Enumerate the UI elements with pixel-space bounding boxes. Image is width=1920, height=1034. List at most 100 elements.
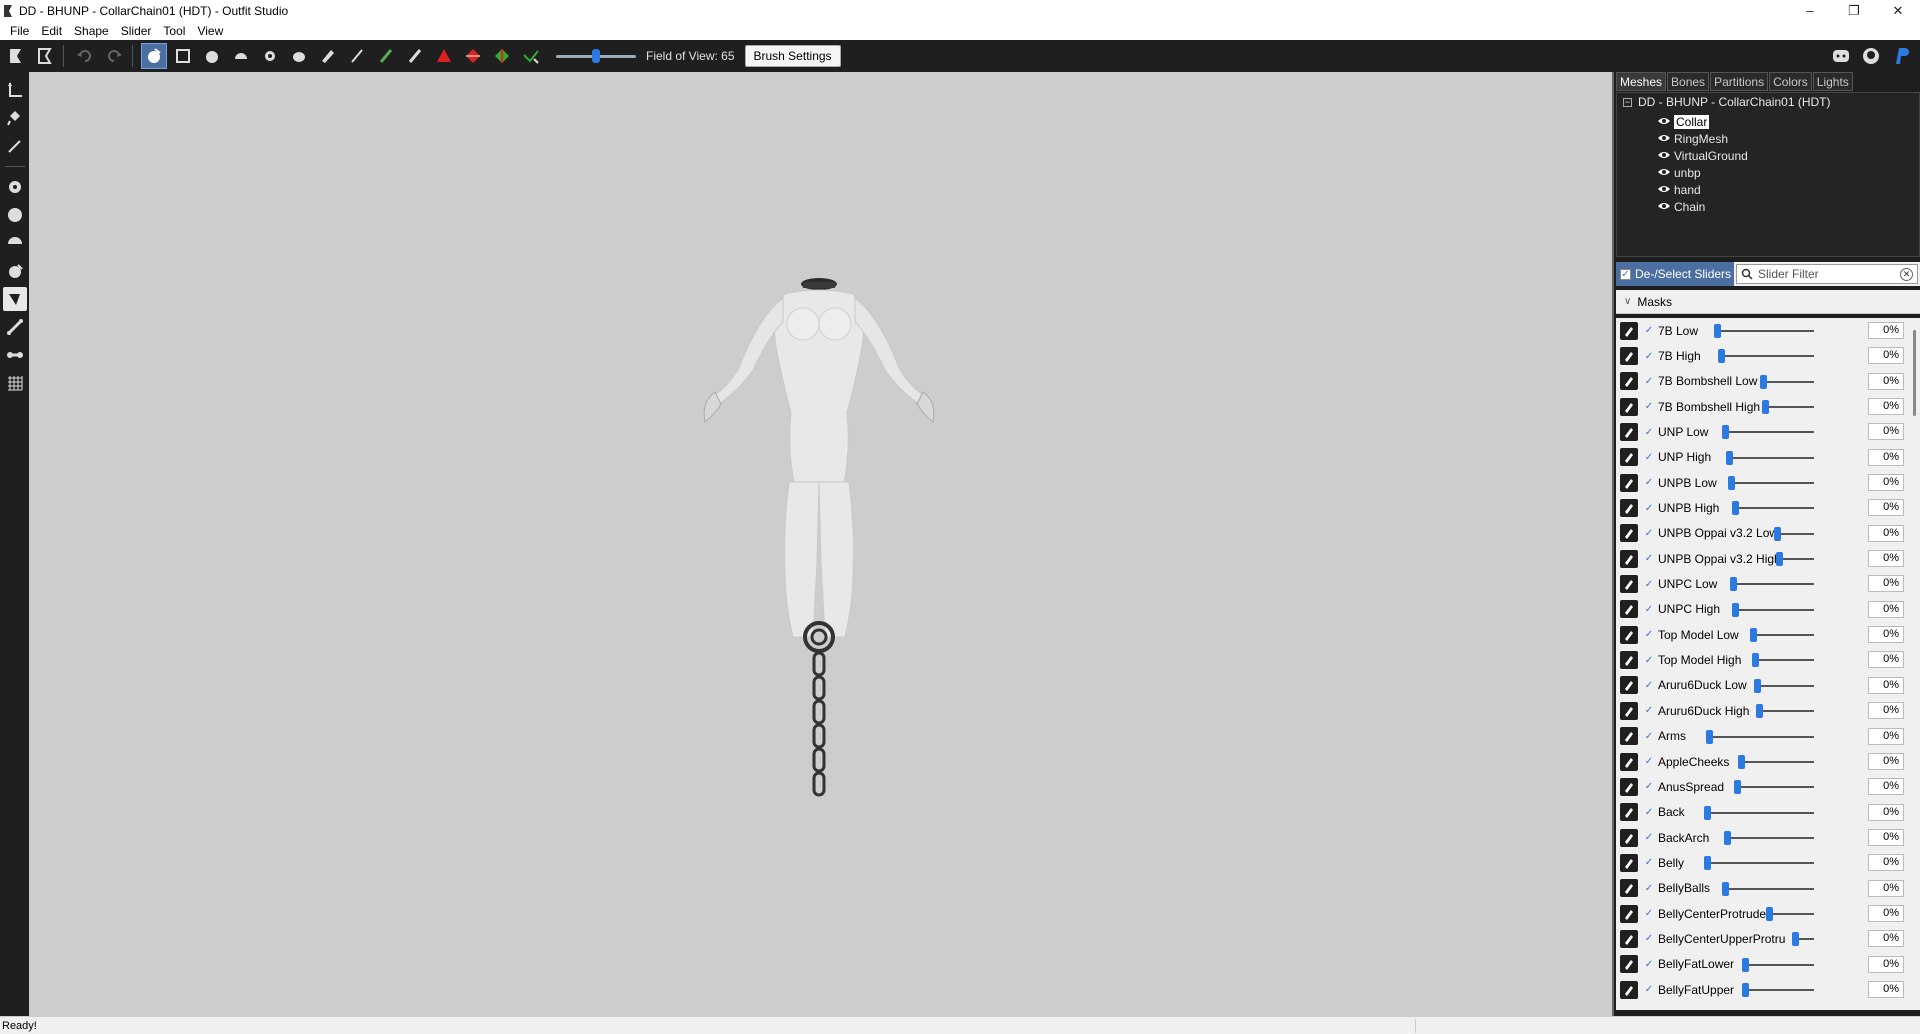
edit-slider-pencil-icon[interactable]	[1620, 448, 1638, 467]
slider-checkbox[interactable]: ✓	[1644, 883, 1654, 894]
tab-lights[interactable]: Lights	[1812, 72, 1853, 91]
slider-track[interactable]	[1724, 431, 1814, 434]
move-brush-icon[interactable]	[257, 43, 283, 69]
slider-value-field[interactable]: 0%	[1868, 803, 1904, 821]
slider-thumb[interactable]	[1730, 577, 1737, 592]
edit-slider-pencil-icon[interactable]	[1620, 575, 1638, 594]
slider-value-field[interactable]: 0%	[1868, 600, 1904, 618]
tree-item-virtualground[interactable]: VirtualGround	[1657, 147, 1748, 164]
edit-slider-pencil-icon[interactable]	[1620, 828, 1638, 847]
3d-viewport[interactable]	[29, 72, 1612, 1016]
slider-value-field[interactable]: 0%	[1868, 752, 1904, 770]
slider-thumb[interactable]	[1738, 754, 1745, 769]
slider-checkbox[interactable]: ✓	[1644, 629, 1654, 640]
slider-checkbox[interactable]: ✓	[1644, 655, 1654, 666]
slider-checkbox[interactable]: ✓	[1644, 731, 1654, 742]
scrollbar-thumb[interactable]	[1913, 330, 1916, 416]
menu-slider[interactable]: Slider	[115, 24, 158, 38]
slider-track[interactable]	[1744, 988, 1814, 991]
slider-checkbox[interactable]: ✓	[1644, 857, 1654, 868]
edit-slider-pencil-icon[interactable]	[1620, 499, 1638, 518]
edit-slider-pencil-icon[interactable]	[1620, 651, 1638, 670]
slider-value-field[interactable]: 0%	[1868, 499, 1904, 517]
slider-value-field[interactable]: 0%	[1868, 448, 1904, 466]
slider-track[interactable]	[1778, 558, 1814, 561]
slider-checkbox[interactable]: ✓	[1644, 680, 1654, 691]
slider-value-field[interactable]: 0%	[1868, 347, 1904, 365]
fov-slider-thumb[interactable]	[592, 49, 600, 63]
edit-slider-pencil-icon[interactable]	[1620, 549, 1638, 568]
slider-scrollbar[interactable]	[1910, 318, 1920, 1010]
slider-value-field[interactable]: 0%	[1868, 524, 1904, 542]
slider-track[interactable]	[1730, 482, 1814, 485]
slider-value-field[interactable]: 0%	[1868, 980, 1904, 998]
mask-brush-icon[interactable]	[170, 43, 196, 69]
visibility-eye-icon[interactable]	[1657, 132, 1671, 146]
flip-edge-icon[interactable]	[460, 43, 486, 69]
tree-item-chain[interactable]: Chain	[1657, 198, 1748, 215]
edit-slider-pencil-icon[interactable]	[1620, 473, 1638, 492]
slider-value-field[interactable]: 0%	[1868, 828, 1904, 846]
paypal-icon[interactable]	[1888, 43, 1914, 69]
slider-checkbox[interactable]: ✓	[1644, 503, 1654, 514]
edit-slider-pencil-icon[interactable]	[1620, 372, 1638, 391]
slider-track[interactable]	[1734, 507, 1814, 510]
select-brush-icon[interactable]	[141, 43, 167, 69]
slider-value-field[interactable]: 0%	[1868, 575, 1904, 593]
slider-checkbox[interactable]: ✓	[1644, 376, 1654, 387]
slider-track[interactable]	[1752, 634, 1814, 637]
slider-checkbox[interactable]: ✓	[1644, 477, 1654, 488]
transform-icon[interactable]	[3, 78, 27, 102]
slider-thumb[interactable]	[1728, 476, 1735, 491]
brush-deflate-icon[interactable]	[3, 231, 27, 255]
tree-root[interactable]: − DD - BHUNP - CollarChain01 (HDT)	[1623, 95, 1830, 109]
menu-edit[interactable]: Edit	[35, 24, 68, 38]
edit-slider-pencil-icon[interactable]	[1620, 777, 1638, 796]
slider-value-field[interactable]: 0%	[1868, 676, 1904, 694]
slider-thumb[interactable]	[1722, 881, 1729, 896]
slider-value-field[interactable]: 0%	[1868, 955, 1904, 973]
brush-select-icon[interactable]	[3, 175, 27, 199]
inflate-brush-icon[interactable]	[199, 43, 225, 69]
menu-tool[interactable]: Tool	[157, 24, 191, 38]
slider-checkbox[interactable]: ✓	[1644, 933, 1654, 944]
slider-thumb[interactable]	[1754, 678, 1761, 693]
slider-value-field[interactable]: 0%	[1868, 702, 1904, 720]
brush-settings-button[interactable]: Brush Settings	[744, 45, 841, 67]
weight-brush-icon[interactable]	[344, 43, 370, 69]
slider-checkbox[interactable]: ✓	[1644, 756, 1654, 767]
slider-thumb[interactable]	[1752, 653, 1759, 668]
slider-checkbox[interactable]: ✓	[1644, 325, 1654, 336]
grid-icon[interactable]	[3, 371, 27, 395]
split-edge-icon[interactable]	[489, 43, 515, 69]
deselect-checkbox[interactable]: ✓	[1620, 268, 1631, 280]
edit-slider-pencil-icon[interactable]	[1620, 853, 1638, 872]
visibility-eye-icon[interactable]	[1657, 166, 1671, 180]
edit-slider-pencil-icon[interactable]	[1620, 625, 1638, 644]
visibility-eye-icon[interactable]	[1657, 115, 1671, 129]
vertex-edit-icon[interactable]	[3, 134, 27, 158]
tree-item-hand[interactable]: hand	[1657, 181, 1748, 198]
slider-track[interactable]	[1764, 406, 1814, 409]
slider-value-field[interactable]: 0%	[1868, 322, 1904, 339]
collapse-icon[interactable]: −	[1623, 97, 1632, 107]
slider-value-field[interactable]: 0%	[1868, 651, 1904, 669]
slider-checkbox[interactable]: ✓	[1644, 351, 1654, 362]
slider-track[interactable]	[1768, 912, 1814, 915]
slider-checkbox[interactable]: ✓	[1644, 705, 1654, 716]
tab-bones[interactable]: Bones	[1667, 72, 1710, 91]
slider-checkbox[interactable]: ✓	[1644, 604, 1654, 615]
slider-filter-input[interactable]: Slider Filter ✕	[1736, 264, 1918, 284]
slider-track[interactable]	[1716, 330, 1814, 332]
slider-checkbox[interactable]: ✓	[1644, 959, 1654, 970]
slider-checkbox[interactable]: ✓	[1644, 984, 1654, 995]
slider-checkbox[interactable]: ✓	[1644, 553, 1654, 564]
redo-icon[interactable]	[101, 43, 127, 69]
alpha-brush-icon[interactable]	[402, 43, 428, 69]
load-outfit-button[interactable]	[32, 43, 58, 69]
edit-slider-pencil-icon[interactable]	[1620, 524, 1638, 543]
slider-track[interactable]	[1720, 355, 1814, 358]
slider-value-field[interactable]: 0%	[1868, 904, 1904, 922]
slider-thumb[interactable]	[1750, 628, 1757, 643]
slider-track[interactable]	[1726, 836, 1814, 839]
